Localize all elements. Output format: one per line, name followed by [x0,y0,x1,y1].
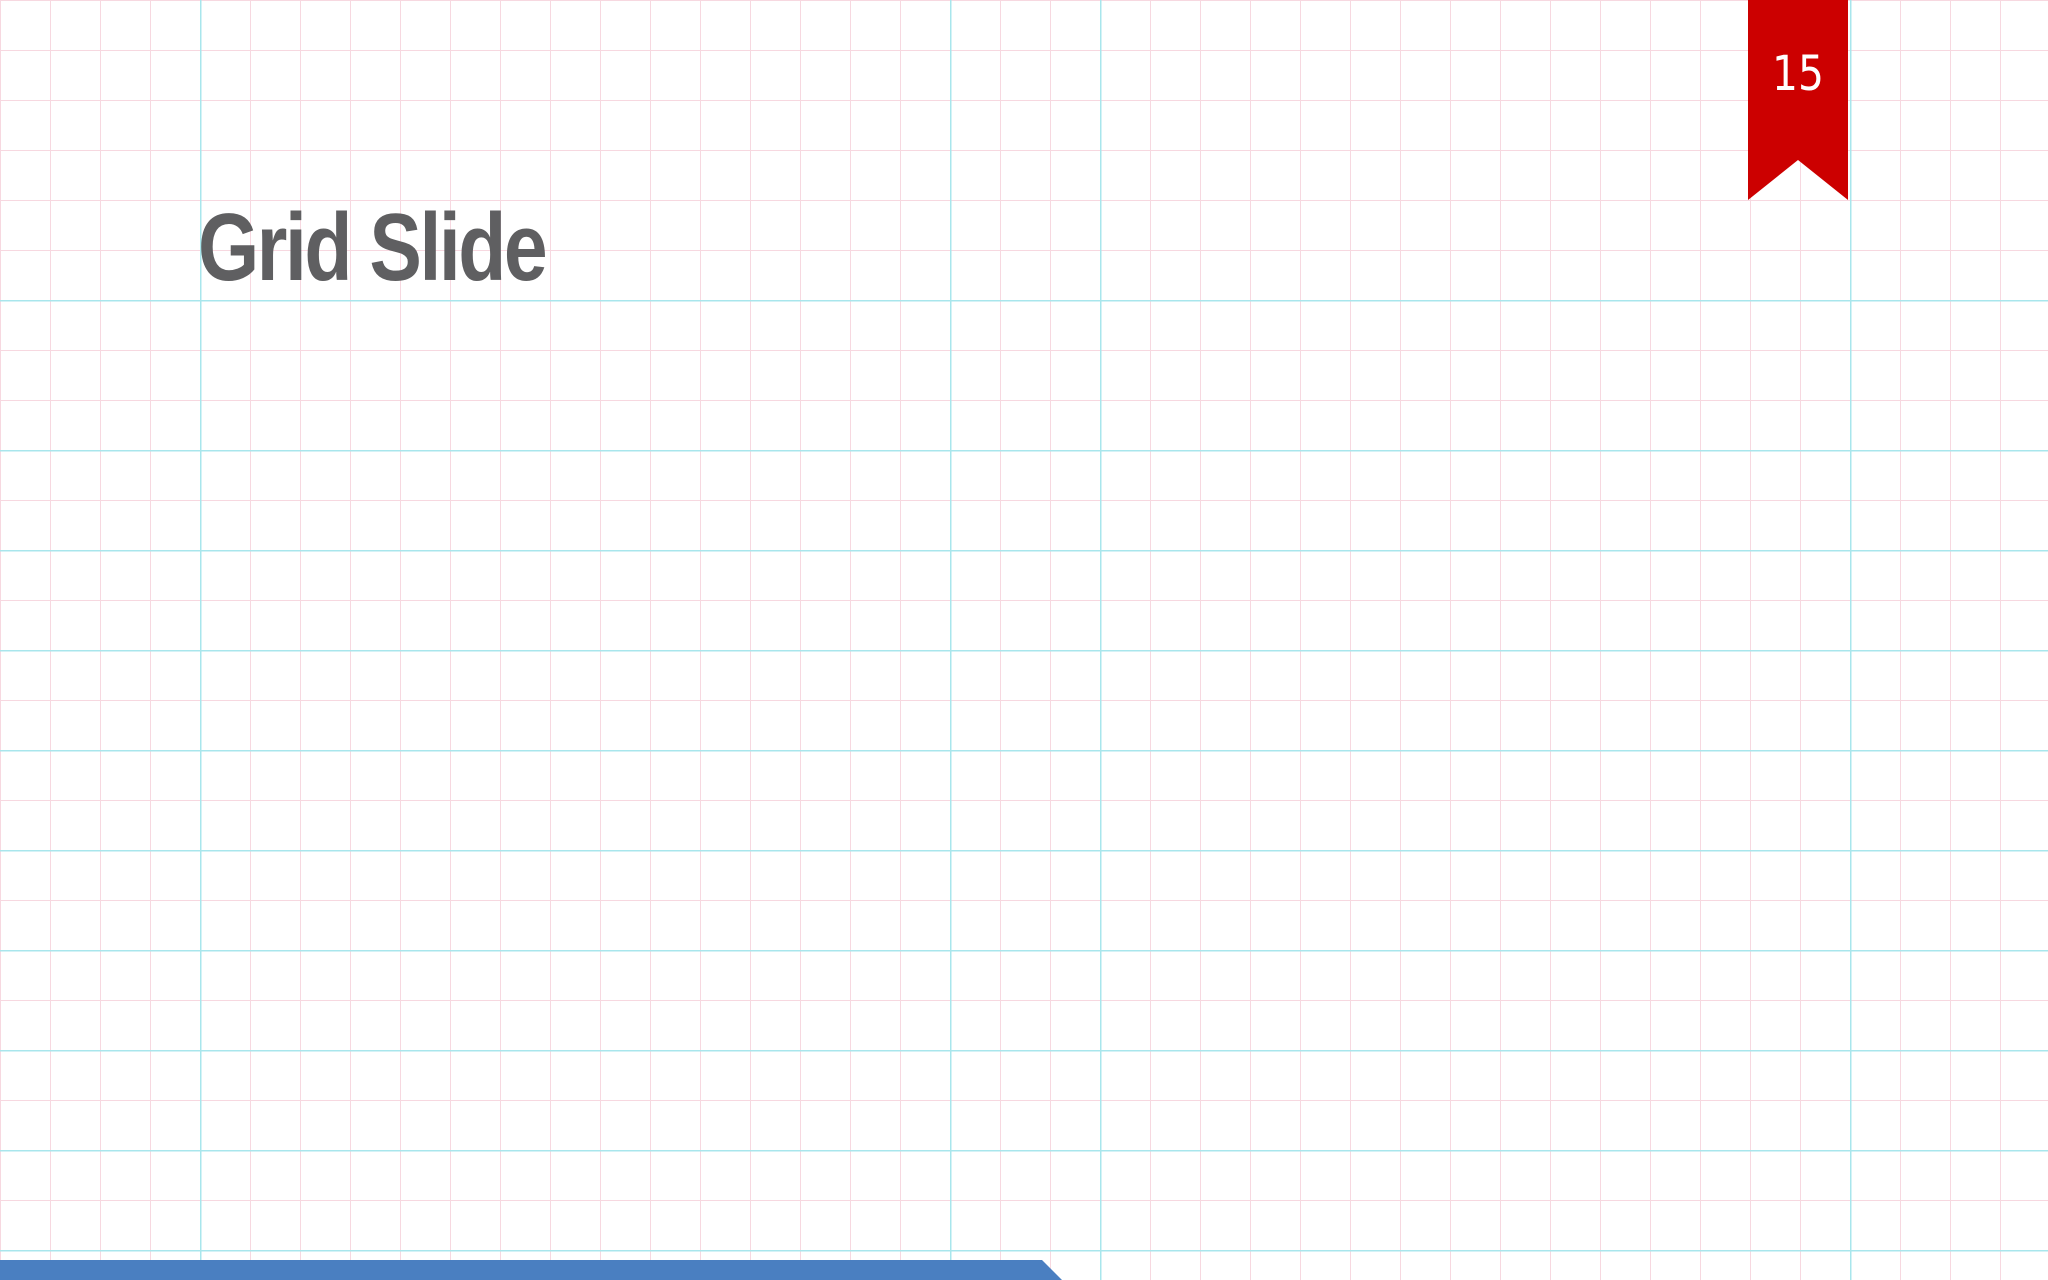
minor-grid-lines [0,0,2048,1280]
major-grid-lines [0,0,2048,1280]
slide-canvas: Grid Slide 15 [0,0,2048,1280]
slide-title: Grid Slide [198,194,548,301]
background-grid [0,0,2048,1280]
page-number: 15 [1772,46,1824,102]
page-number-ribbon: 15 [1748,0,1848,200]
footer-accent-bar [0,1260,1062,1280]
